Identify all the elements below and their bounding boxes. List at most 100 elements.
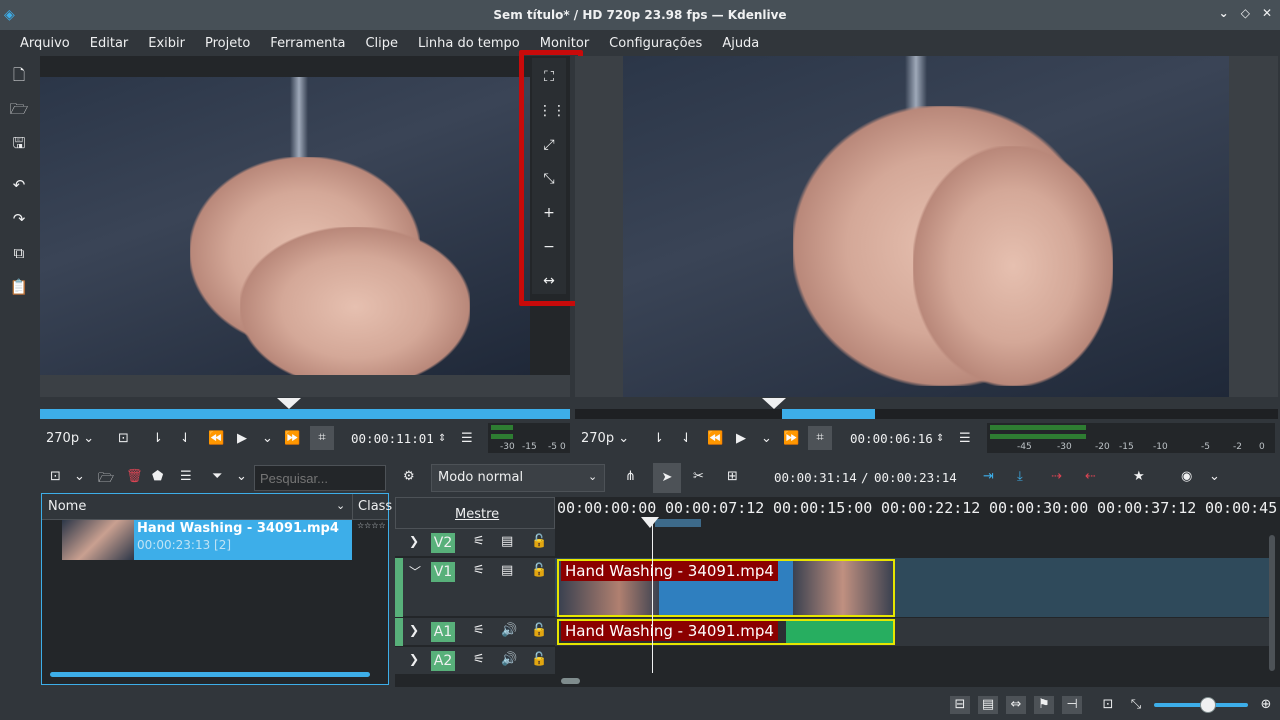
lock-icon[interactable]: 🔓 [531, 623, 547, 638]
timeline[interactable]: Mestre 00:00:00:00 00:00:07:12 00:00:15:… [395, 497, 1280, 687]
track-name[interactable]: A2 [431, 651, 455, 671]
extract-icon[interactable]: ⇠ [1085, 469, 1096, 484]
timecode-spin-icon[interactable]: ⇕ [936, 433, 944, 444]
timeline-hscroll[interactable] [561, 678, 580, 684]
redo-icon[interactable]: ↷ [8, 208, 30, 230]
paste-icon[interactable]: 📋 [8, 276, 30, 298]
menu-configuracoes[interactable]: Configurações [599, 36, 712, 51]
sort-chevron-icon[interactable]: ⌄ [336, 499, 345, 512]
clip-monitor-playhead[interactable] [277, 398, 301, 409]
waveform-icon[interactable]: ⇔ [1006, 696, 1026, 714]
menu-editar[interactable]: Editar [80, 36, 139, 51]
crop-icon[interactable]: ⌗ [310, 426, 334, 450]
forward-icon[interactable]: ⏩ [783, 431, 799, 446]
project-monitor-ruler[interactable] [575, 409, 1278, 419]
clip-rating[interactable]: ☆☆☆☆ [357, 521, 386, 530]
film-icon[interactable]: ▤ [501, 534, 513, 549]
timecode-spin-icon[interactable]: ⇕ [438, 433, 446, 444]
menu-icon[interactable]: ☰ [180, 469, 192, 484]
lock-icon[interactable]: 🔓 [531, 563, 547, 578]
column-name[interactable]: Nome [48, 499, 86, 514]
marker-icon[interactable]: ⚑ [1034, 696, 1054, 714]
split-icon[interactable]: ⊣ [1062, 696, 1082, 714]
track-header-v2[interactable]: ❯ V2 ⚟ ▤ 🔓 [395, 529, 555, 557]
zone-bar[interactable] [655, 519, 701, 527]
project-zoom-select[interactable]: 270p ⌄ [581, 431, 629, 446]
bin-scrollbar[interactable] [50, 672, 370, 677]
close-icon[interactable]: ✕ [1262, 6, 1272, 20]
copy-icon[interactable]: ⧉ [8, 242, 30, 264]
play-icon[interactable]: ▶ [736, 431, 746, 446]
zoom-fit-icon[interactable]: ⤡ [1126, 696, 1146, 714]
clip-marker-icon[interactable]: ⊡ [118, 431, 129, 446]
project-timecode[interactable]: 00:00:06:16 [850, 431, 933, 446]
track-v1[interactable]: Hand Washing - 34091.mp4 [555, 558, 1269, 617]
track-header-a2[interactable]: ❯ A2 ⚟ 🔊 🔓 [395, 647, 555, 675]
effects-icon[interactable]: ⚟ [473, 623, 485, 638]
favorite-icon[interactable]: ★ [1133, 469, 1145, 484]
menu-arquivo[interactable]: Arquivo [10, 36, 80, 51]
menu-exibir[interactable]: Exibir [138, 36, 195, 51]
search-input[interactable] [254, 465, 386, 491]
add-clip-icon[interactable]: ⊡ [50, 469, 61, 484]
rewind-icon[interactable]: ⏪ [208, 431, 224, 446]
timeline-playhead[interactable] [641, 517, 659, 528]
track-header-v1[interactable]: ﹀ V1 ⚟ ▤ 🔓 [403, 558, 555, 617]
column-class[interactable]: Class [358, 499, 392, 514]
master-button[interactable]: Mestre [395, 497, 555, 529]
timeline-settings-icon[interactable]: ⚙ [403, 469, 415, 484]
add-folder-icon[interactable]: 🗁 [98, 469, 114, 491]
project-monitor[interactable] [575, 56, 1278, 397]
clip-monitor[interactable] [40, 56, 570, 397]
lock-icon[interactable]: 🔓 [531, 652, 547, 667]
spacer-tool-icon[interactable]: ⋔ [625, 469, 636, 484]
timeline-ruler[interactable]: 00:00:00:00 00:00:07:12 00:00:15:00 00:0… [555, 497, 1280, 529]
overwrite-icon[interactable]: ⤓ [1017, 469, 1023, 484]
zoom-slider-handle[interactable] [1200, 697, 1216, 713]
play-options-chevron-icon[interactable]: ⌄ [761, 431, 772, 446]
rewind-icon[interactable]: ⏪ [707, 431, 723, 446]
razor-tool-icon[interactable]: ✂ [693, 469, 704, 484]
save-icon[interactable]: 🖫 [8, 132, 30, 154]
set-in-icon[interactable]: ⇂ [152, 431, 163, 446]
track-a2[interactable] [555, 647, 1269, 675]
clip-timecode[interactable]: 00:00:11:01 [351, 431, 434, 446]
effects-icon[interactable]: ⚟ [473, 534, 485, 549]
zoom-in-icon[interactable]: ⊕ [1256, 696, 1276, 714]
lift-icon[interactable]: ⇢ [1051, 469, 1062, 484]
forward-icon[interactable]: ⏩ [284, 431, 300, 446]
minimize-icon[interactable]: ⌄ [1219, 6, 1229, 20]
menu-ferramenta[interactable]: Ferramenta [260, 36, 355, 51]
film-icon[interactable]: ▤ [501, 563, 513, 578]
filter-chevron-icon[interactable]: ⌄ [236, 469, 247, 484]
video-clip[interactable]: Hand Washing - 34091.mp4 [557, 559, 895, 617]
add-clip-chevron-icon[interactable]: ⌄ [74, 469, 85, 484]
set-in-icon[interactable]: ⇂ [653, 431, 664, 446]
snap-icon[interactable]: ⊟ [950, 696, 970, 714]
slip-tool-icon[interactable]: ⊞ [727, 469, 738, 484]
fit-timeline-icon[interactable]: ⊡ [1098, 696, 1118, 714]
tag-icon[interactable]: ⬟ [152, 469, 163, 484]
lock-icon[interactable]: 🔓 [531, 534, 547, 549]
expand-chevron-icon[interactable]: ❯ [409, 652, 419, 666]
speaker-icon[interactable]: 🔊 [501, 652, 517, 667]
clip-monitor-menu-icon[interactable]: ☰ [461, 431, 473, 446]
undo-icon[interactable]: ↶ [8, 174, 30, 196]
crop-icon[interactable]: ⌗ [808, 426, 832, 450]
clip-zoom-select[interactable]: 270p ⌄ [46, 431, 94, 446]
track-name[interactable]: A1 [431, 622, 455, 642]
kdenlive-app-icon[interactable]: ◈ [4, 7, 20, 23]
insert-icon[interactable]: ⇥ [983, 469, 994, 484]
project-monitor-playhead[interactable] [762, 398, 786, 409]
record-icon[interactable]: ◉ [1181, 469, 1192, 484]
speaker-icon[interactable]: 🔊 [501, 623, 517, 638]
set-out-icon[interactable]: ⇃ [681, 431, 692, 446]
project-monitor-menu-icon[interactable]: ☰ [959, 431, 971, 446]
play-options-chevron-icon[interactable]: ⌄ [262, 431, 273, 446]
edit-mode-select[interactable]: Modo normal ⌄ [431, 464, 605, 492]
timeline-vscroll[interactable] [1269, 535, 1275, 671]
expand-chevron-icon[interactable]: ❯ [409, 534, 419, 548]
effects-icon[interactable]: ⚟ [473, 563, 485, 578]
record-chevron-icon[interactable]: ⌄ [1209, 469, 1220, 484]
open-folder-icon[interactable]: 🗁 [8, 98, 30, 120]
